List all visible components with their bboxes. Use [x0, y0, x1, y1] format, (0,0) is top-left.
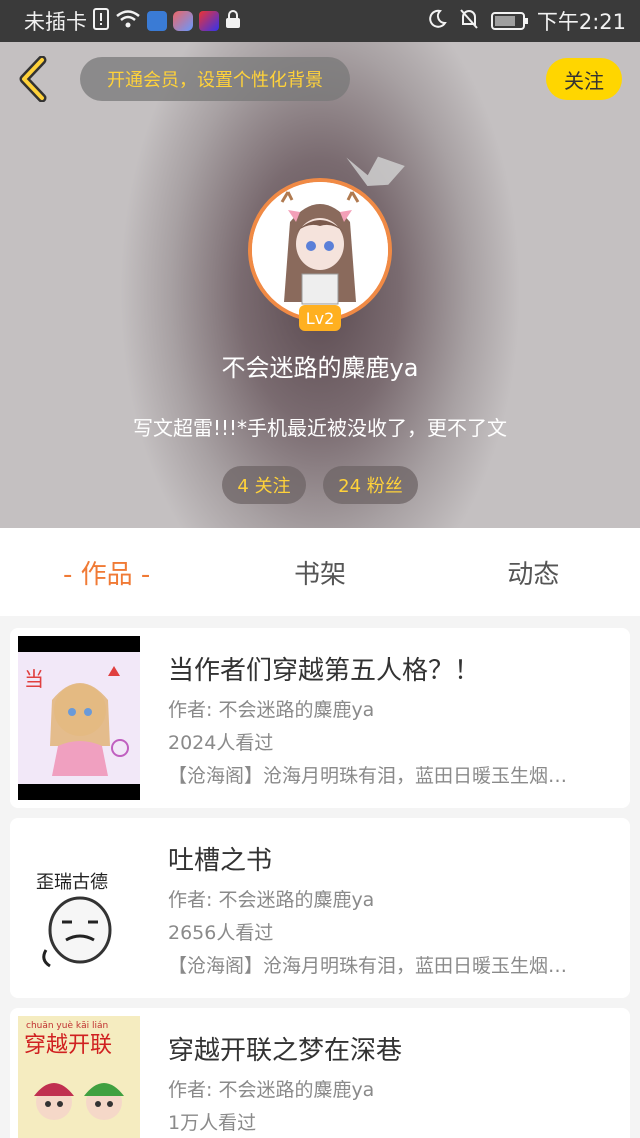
cover-pinyin-text: chuān yuè kāi lián [26, 1020, 108, 1031]
level-badge: Lv2 [299, 305, 341, 331]
book-cover: chuān yuè kāi lián 穿越开联 [18, 1016, 140, 1138]
cover-title-text: 穿越开联 [24, 1033, 112, 1058]
work-info: 吐槽之书 作者: 不会迷路的麋鹿ya 2656人看过 【沧海阁】沧海月明珠有泪，… [168, 840, 616, 978]
profile-tabs: - 作品 - 书架 动态 [0, 528, 640, 616]
list-item[interactable]: 当 当作者们穿越第五人格？！ 作者: 不会迷路的麋鹿ya 2024人看过 【沧海… [10, 628, 630, 808]
work-author: 作者: 不会迷路的麋鹿ya [168, 1079, 375, 1101]
sim-alert-icon [93, 7, 109, 35]
baidu-icon [147, 11, 167, 31]
chevron-left-icon [19, 55, 47, 103]
status-right: 下午2:21 [427, 6, 626, 36]
back-button[interactable] [14, 55, 54, 103]
status-bar: 未插卡 下午2:21 [0, 0, 640, 42]
list-item[interactable]: 歪瑞古德 吐槽之书 作者: 不会迷路的麋鹿ya 2656人看过 【沧海阁】沧海月… [10, 818, 630, 998]
work-info: 穿越开联之梦在深巷 作者: 不会迷路的麋鹿ya 1万人看过 [168, 1030, 616, 1135]
avatar[interactable] [248, 178, 392, 322]
work-author: 作者: 不会迷路的麋鹿ya [168, 699, 375, 721]
following-count[interactable]: 4 关注 [222, 466, 306, 504]
moon-icon [427, 9, 447, 34]
work-description: 【沧海阁】沧海月明珠有泪，蓝田日暖玉生烟… [168, 765, 568, 787]
user-bio: 写文超雷!!!*手机最近被没收了，更不了文 [132, 416, 508, 440]
battery-icon [490, 12, 528, 30]
work-title: 当作者们穿越第五人格？！ [168, 656, 481, 686]
list-item[interactable]: chuān yuè kāi lián 穿越开联 穿越开联之梦在深巷 作者: 不会… [10, 1008, 630, 1138]
work-views: 2656人看过 [168, 922, 274, 944]
wifi-icon [115, 9, 141, 34]
tab-bookshelf[interactable]: 书架 [213, 554, 426, 591]
app-icon [199, 11, 219, 31]
tab-activity[interactable]: 动态 [427, 554, 640, 591]
clock-text: 下午2:21 [536, 10, 626, 34]
mute-bell-icon [459, 8, 479, 35]
followers-count[interactable]: 24 粉丝 [323, 466, 418, 504]
work-description: 【沧海阁】沧海月明珠有泪，蓝田日暖玉生烟… [168, 955, 568, 977]
vip-background-prompt[interactable]: 开通会员，设置个性化背景 [80, 57, 350, 101]
app-icon [173, 11, 193, 31]
work-info: 当作者们穿越第五人格？！ 作者: 不会迷路的麋鹿ya 2024人看过 【沧海阁】… [168, 650, 616, 788]
status-left: 未插卡 [24, 6, 241, 36]
follow-button[interactable]: 关注 [546, 58, 622, 100]
work-author: 作者: 不会迷路的麋鹿ya [168, 889, 375, 911]
cover-title-text: 当 [24, 667, 44, 691]
carrier-text: 未插卡 [24, 10, 87, 34]
work-views: 2024人看过 [168, 732, 274, 754]
work-title: 吐槽之书 [168, 846, 273, 876]
avatar-image [252, 182, 388, 318]
work-views: 1万人看过 [168, 1112, 257, 1134]
book-cover: 当 [18, 636, 140, 800]
book-cover: 歪瑞古德 [18, 826, 140, 990]
cover-title-text: 歪瑞古德 [36, 872, 108, 893]
tab-works[interactable]: - 作品 - [0, 554, 213, 591]
work-title: 穿越开联之梦在深巷 [168, 1036, 403, 1066]
username: 不会迷路的麋鹿ya [221, 354, 419, 382]
lock-icon [225, 9, 241, 34]
profile-header: 开通会员，设置个性化背景 关注 Lv2 不会迷路的麋鹿ya 写文超雷!!!*手机… [0, 42, 640, 528]
